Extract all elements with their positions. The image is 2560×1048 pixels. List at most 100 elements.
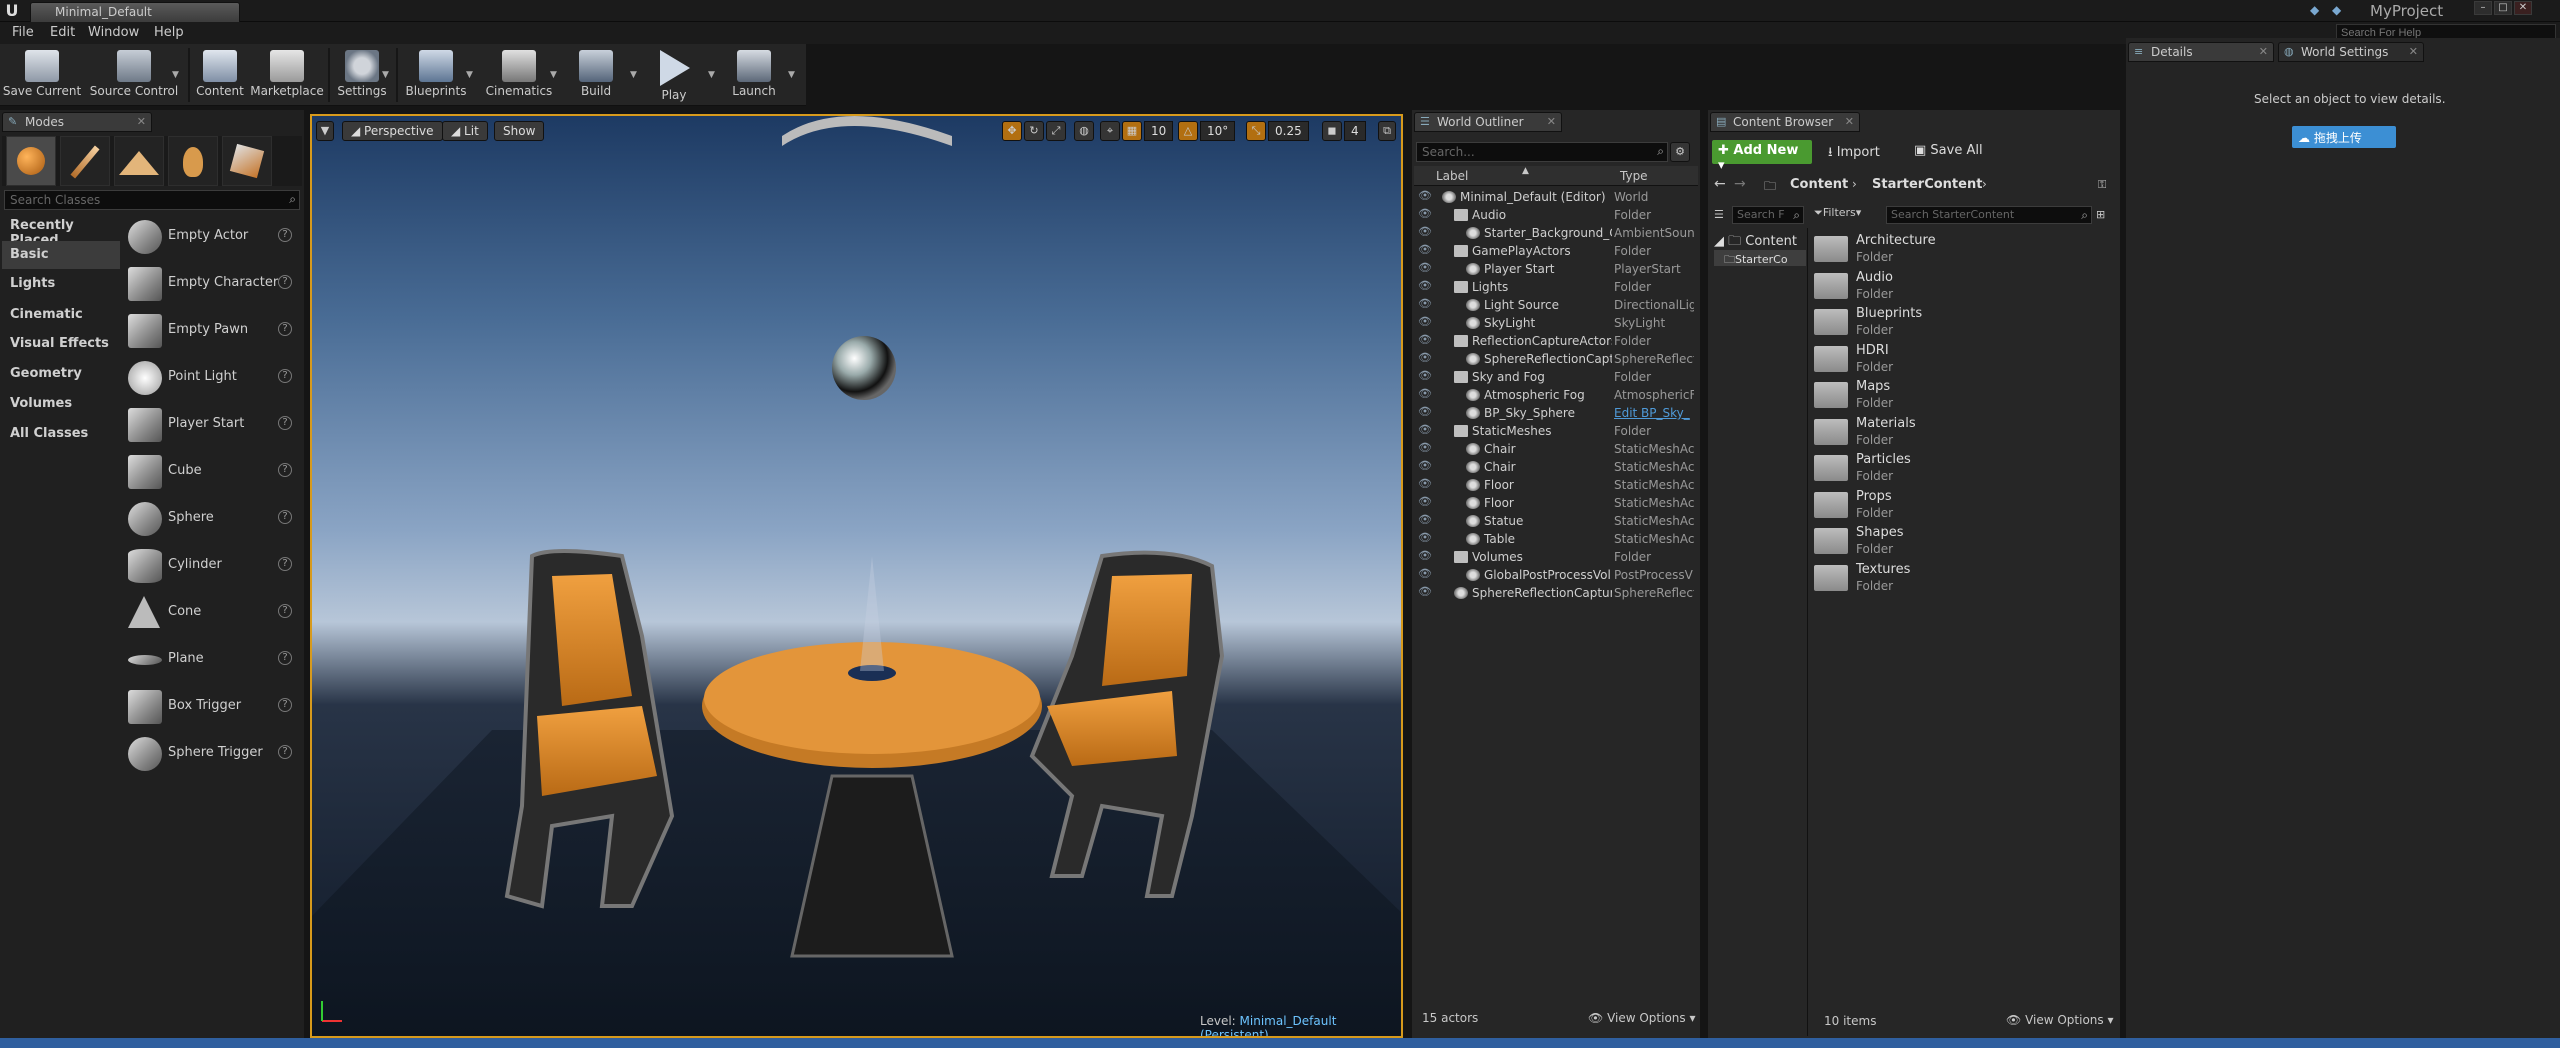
place-item-point-light[interactable]: Point Light? [124, 355, 300, 402]
source-control-dropdown-icon[interactable]: ▼ [172, 70, 179, 80]
type-column-header[interactable]: Type [1620, 169, 1648, 183]
visibility-eye-icon[interactable]: 👁 [1418, 352, 1432, 363]
content-view-options[interactable]: 👁 View Options ▾ [2006, 1013, 2114, 1027]
play-dropdown-icon[interactable]: ▼ [708, 70, 715, 80]
class-search-input[interactable]: Search Classes ⌕ [4, 190, 300, 210]
scale-snap-icon[interactable]: ⤡ [1246, 121, 1266, 141]
filters-button[interactable]: ⏷Filters▾ [1814, 206, 1866, 224]
maximize-button[interactable]: □ [2494, 1, 2512, 15]
help-icon[interactable]: ? [278, 604, 292, 618]
help-icon[interactable]: ? [278, 698, 292, 712]
visibility-eye-icon[interactable]: 👁 [1418, 460, 1432, 471]
notification-icon[interactable]: ◆ [2310, 3, 2324, 17]
build-dropdown-icon[interactable]: ▼ [630, 70, 637, 80]
grid-snap-value[interactable]: 10 [1144, 121, 1174, 141]
help-icon[interactable]: ? [278, 228, 292, 242]
tab-content-browser[interactable]: ▤ Content Browser ✕ [1710, 112, 1860, 132]
help-icon[interactable]: ? [278, 463, 292, 477]
help-icon[interactable]: ? [278, 651, 292, 665]
scale-tool-icon[interactable]: ⤢ [1046, 121, 1066, 141]
place-item-plane[interactable]: Plane? [124, 637, 300, 684]
level-viewport[interactable]: ▼ ◢ Perspective ◢ Lit Show ✥ ↻ ⤢ ◍ ⌖ ▦ 1… [310, 114, 1403, 1038]
place-item-cone[interactable]: Cone? [124, 590, 300, 637]
close-icon[interactable]: ✕ [137, 115, 146, 128]
save-search-icon[interactable]: ⊞ [2096, 208, 2105, 221]
place-mode-icon[interactable] [6, 136, 56, 186]
help-icon[interactable]: ? [278, 369, 292, 383]
close-window-button[interactable]: ✕ [2514, 1, 2532, 15]
help-icon[interactable]: ? [278, 557, 292, 571]
upload-button[interactable]: ☁ 拖拽上传 [2292, 126, 2396, 148]
place-item-empty-character[interactable]: Empty Character? [124, 261, 300, 308]
asset-folder[interactable]: Blueprints Folder [1812, 305, 2112, 341]
help-icon[interactable]: ? [278, 275, 292, 289]
visibility-eye-icon[interactable]: 👁 [1418, 244, 1432, 255]
save-current-button[interactable]: Save Current [2, 46, 82, 104]
outliner-row[interactable]: 👁 Player Start PlayerStart [1414, 260, 1696, 278]
visibility-eye-icon[interactable]: 👁 [1418, 190, 1432, 201]
add-new-button[interactable]: ✚ Add New ▾ [1712, 140, 1812, 173]
tree-search-input[interactable]: Search F ⌕ [1732, 206, 1804, 224]
visibility-eye-icon[interactable]: 👁 [1418, 226, 1432, 237]
visibility-eye-icon[interactable]: 👁 [1418, 532, 1432, 543]
asset-folder[interactable]: Maps Folder [1812, 378, 2112, 414]
show-button[interactable]: Show [494, 121, 545, 141]
outliner-row[interactable]: 👁 StaticMeshes Folder [1414, 422, 1696, 440]
category-cinematic[interactable]: Cinematic [2, 301, 120, 329]
visibility-eye-icon[interactable]: 👁 [1418, 586, 1432, 597]
rotate-tool-icon[interactable]: ↻ [1024, 121, 1044, 141]
outliner-row[interactable]: 👁 Table StaticMeshAc [1414, 530, 1696, 548]
close-icon[interactable]: ✕ [2409, 45, 2418, 58]
scale-snap-value[interactable]: 0.25 [1268, 121, 1309, 141]
close-icon[interactable]: ✕ [2259, 45, 2268, 58]
lock-icon[interactable]: ⚿ [2098, 178, 2106, 192]
visibility-eye-icon[interactable]: 👁 [1418, 478, 1432, 489]
menu-help[interactable]: Help [154, 25, 184, 40]
outliner-view-options[interactable]: 👁 View Options ▾ [1588, 1011, 1696, 1025]
launch-dropdown-icon[interactable]: ▼ [788, 70, 795, 80]
translate-tool-icon[interactable]: ✥ [1002, 121, 1022, 141]
outliner-row[interactable]: 👁 BP_Sky_Sphere Edit BP_Sky_ [1414, 404, 1696, 422]
save-all-button[interactable]: ▣ Save All [1914, 143, 1983, 158]
outliner-row[interactable]: 👁 Floor StaticMeshAc [1414, 494, 1696, 512]
asset-folder[interactable]: HDRI Folder [1812, 342, 2112, 378]
blueprints-button[interactable]: Blueprints [402, 46, 470, 104]
outliner-row[interactable]: 👁 ReflectionCaptureActors Folder [1414, 332, 1696, 350]
asset-search-input[interactable]: Search StarterContent ⌕ [1886, 206, 2092, 224]
import-button[interactable]: ⭳ Import [1828, 143, 1880, 165]
outliner-search-input[interactable]: Search... ⌕ [1416, 142, 1668, 162]
cinematics-button[interactable]: Cinematics [482, 46, 556, 104]
asset-folder[interactable]: Audio Folder [1812, 269, 2112, 305]
asset-folder[interactable]: Architecture Folder [1812, 232, 2112, 268]
asset-folder[interactable]: Textures Folder [1812, 561, 2112, 597]
place-item-player-start[interactable]: Player Start? [124, 402, 300, 449]
close-icon[interactable]: ✕ [1547, 115, 1556, 128]
breadcrumb-starter-content[interactable]: StarterContent [1872, 177, 1982, 192]
menu-edit[interactable]: Edit [50, 25, 75, 40]
visibility-eye-icon[interactable]: 👁 [1418, 316, 1432, 327]
help-icon[interactable]: ? [278, 745, 292, 759]
surface-snap-icon[interactable]: ⌖ [1100, 121, 1120, 141]
help-icon[interactable]: ? [278, 322, 292, 336]
visibility-eye-icon[interactable]: 👁 [1418, 208, 1432, 219]
view-mode-button[interactable]: ◢ Lit [442, 121, 488, 141]
marketplace-button[interactable]: Marketplace [250, 46, 324, 104]
outliner-row[interactable]: 👁 Light Source DirectionalLig [1414, 296, 1696, 314]
outliner-row[interactable]: 👁 Chair StaticMeshAc [1414, 440, 1696, 458]
outliner-row[interactable]: 👁 GamePlayActors Folder [1414, 242, 1696, 260]
rotation-snap-value[interactable]: 10° [1200, 121, 1236, 141]
close-icon[interactable]: ✕ [1845, 115, 1854, 128]
outliner-settings-icon[interactable]: ⚙ [1670, 142, 1690, 162]
source-control-button[interactable]: Source Control [86, 46, 182, 104]
visibility-eye-icon[interactable]: 👁 [1418, 550, 1432, 561]
visibility-eye-icon[interactable]: 👁 [1418, 334, 1432, 345]
place-item-box-trigger[interactable]: Box Trigger? [124, 684, 300, 731]
asset-folder[interactable]: Props Folder [1812, 488, 2112, 524]
visibility-eye-icon[interactable]: 👁 [1418, 406, 1432, 417]
category-visual-effects[interactable]: Visual Effects [2, 330, 120, 358]
settings-dropdown-icon[interactable]: ▼ [382, 70, 389, 80]
grid-snap-icon[interactable]: ▦ [1122, 121, 1142, 141]
world-local-icon[interactable]: ◍ [1074, 121, 1094, 141]
outliner-row[interactable]: 👁 Floor StaticMeshAc [1414, 476, 1696, 494]
outliner-row[interactable]: 👁 Sky and Fog Folder [1414, 368, 1696, 386]
